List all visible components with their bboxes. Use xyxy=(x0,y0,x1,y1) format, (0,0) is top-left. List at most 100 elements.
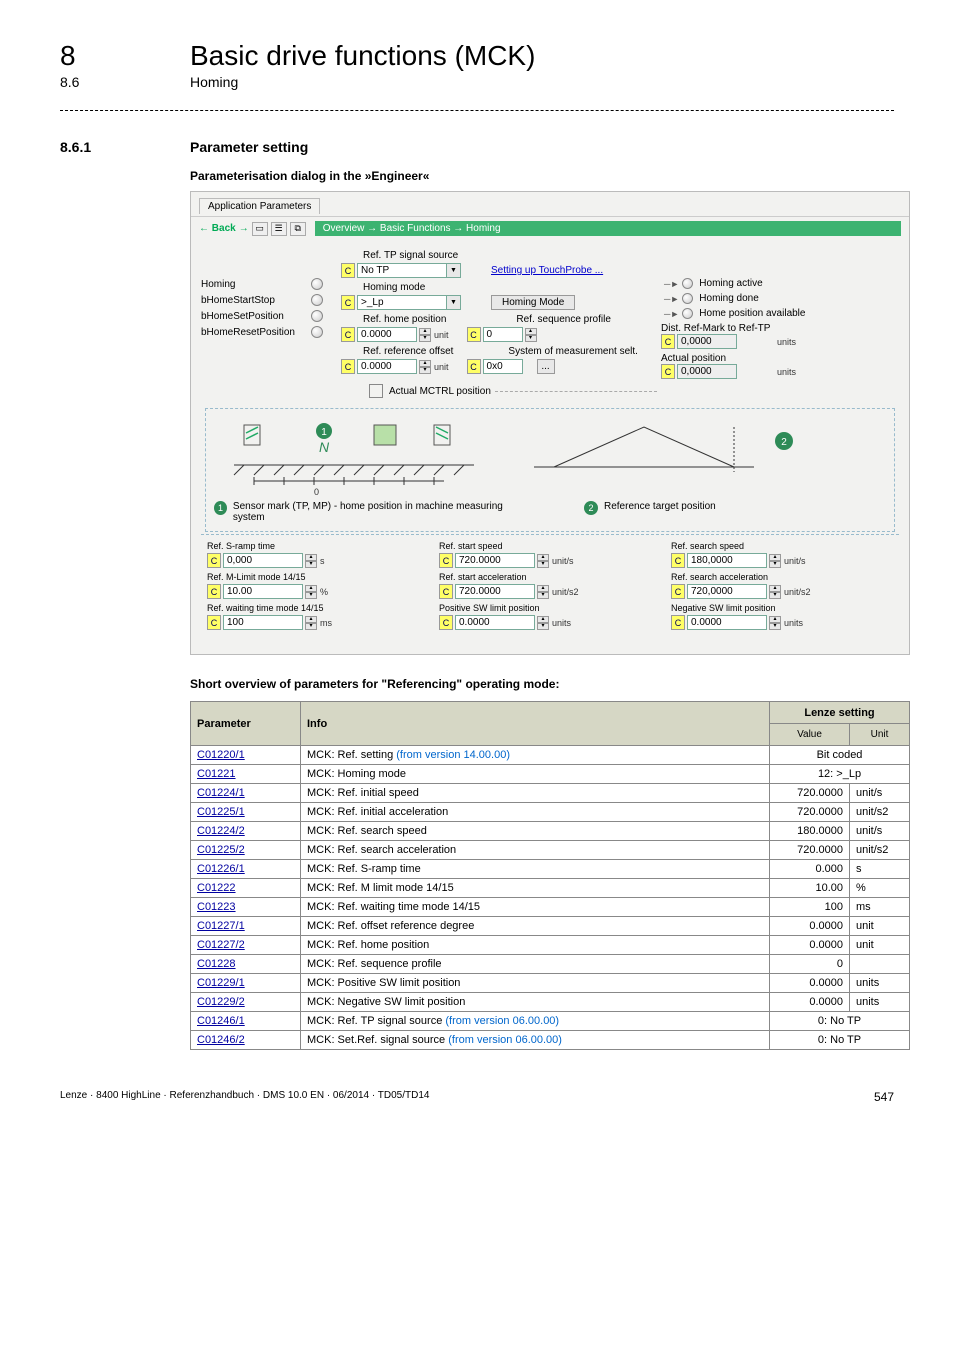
parameter-link[interactable]: C01227/1 xyxy=(197,920,245,932)
table-row: C01246/1MCK: Ref. TP signal source (from… xyxy=(191,1012,910,1031)
tab-application-parameters[interactable]: Application Parameters xyxy=(199,198,320,214)
spinner-icon[interactable]: ▴▾ xyxy=(305,585,317,599)
input-ref-startacc[interactable]: 720.0000 xyxy=(455,584,535,599)
parameter-link[interactable]: C01221 xyxy=(197,768,236,780)
c-badge: C xyxy=(341,263,355,278)
led-icon xyxy=(311,294,323,306)
table-row: C01222MCK: Ref. M limit mode 14/1510.00% xyxy=(191,879,910,898)
label-ref-startacc: Ref. start acceleration xyxy=(439,572,661,582)
table-row: C01223MCK: Ref. waiting time mode 14/151… xyxy=(191,898,910,917)
chapter-title: Basic drive functions (MCK) xyxy=(190,40,535,72)
output-dist-refmark: 0,0000 xyxy=(677,334,737,349)
toolbar-icon-1[interactable]: ▭ xyxy=(252,222,268,236)
spinner-icon[interactable]: ▴▾ xyxy=(305,554,317,568)
spinner-icon[interactable]: ▴▾ xyxy=(419,328,431,342)
unit-cell: units xyxy=(850,993,910,1012)
subsection-title: Parameter setting xyxy=(190,139,308,155)
legend-marker-2: 2 xyxy=(584,501,598,515)
label-ref-sramp: Ref. S-ramp time xyxy=(207,541,429,551)
merged-value-cell: Bit coded xyxy=(770,746,910,765)
info-cell: MCK: Ref. sequence profile xyxy=(301,955,770,974)
spinner-icon[interactable]: ▴▾ xyxy=(769,585,781,599)
th-unit: Unit xyxy=(850,724,910,746)
unit-cell: unit/s2 xyxy=(850,841,910,860)
subsection-number: 8.6.1 xyxy=(60,139,190,155)
spinner-icon[interactable]: ▴▾ xyxy=(419,360,431,374)
spinner-icon[interactable]: ▴▾ xyxy=(525,328,537,342)
spinner-icon[interactable]: ▴▾ xyxy=(537,585,549,599)
parameter-link[interactable]: C01224/1 xyxy=(197,787,245,799)
parameter-link[interactable]: C01223 xyxy=(197,901,236,913)
input-sys-meas[interactable]: 0x0 xyxy=(483,359,523,374)
input-ref-wait[interactable]: 100 xyxy=(223,615,303,630)
svg-text:1: 1 xyxy=(321,427,327,438)
select-homing-mode[interactable]: >_Lp xyxy=(357,295,447,310)
parameter-link[interactable]: C01228 xyxy=(197,958,236,970)
parameter-link[interactable]: C01225/1 xyxy=(197,806,245,818)
unit-label: unit xyxy=(434,330,449,340)
input-ref-startspd[interactable]: 720.0000 xyxy=(455,553,535,568)
input-ref-mlimit[interactable]: 10.00 xyxy=(223,584,303,599)
parameter-link[interactable]: C01226/1 xyxy=(197,863,245,875)
label-ref-home-position: Ref. home position xyxy=(363,314,446,325)
label-homing-mode: Homing mode xyxy=(363,282,425,293)
select-ref-tp-source[interactable]: No TP xyxy=(357,263,447,278)
info-cell: MCK: Ref. M limit mode 14/15 xyxy=(301,879,770,898)
label-ref-mlimit: Ref. M-Limit mode 14/15 xyxy=(207,572,429,582)
toolbar-icon-3[interactable]: ⧉ xyxy=(290,222,306,236)
label-ref-searchacc: Ref. search acceleration xyxy=(671,572,893,582)
link-setup-touchprobe[interactable]: Setting up TouchProbe ... xyxy=(491,265,603,276)
input-pos-swlimit[interactable]: 0.0000 xyxy=(455,615,535,630)
parameter-link[interactable]: C01246/2 xyxy=(197,1034,245,1046)
chevron-down-icon[interactable]: ▼ xyxy=(447,263,461,278)
parameter-link[interactable]: C01229/2 xyxy=(197,996,245,1008)
spinner-icon[interactable]: ▴▾ xyxy=(769,554,781,568)
c-badge: C xyxy=(661,334,675,349)
breadcrumb: Overview → Basic Functions → Homing xyxy=(315,221,901,236)
c-badge: C xyxy=(661,364,675,379)
info-cell: MCK: Negative SW limit position xyxy=(301,993,770,1012)
parameter-link[interactable]: C01246/1 xyxy=(197,1015,245,1027)
spinner-icon[interactable]: ▴▾ xyxy=(537,616,549,630)
spinner-icon[interactable]: ▴▾ xyxy=(537,554,549,568)
value-cell: 0.0000 xyxy=(770,936,850,955)
version-note: (from version 14.00.00) xyxy=(396,749,510,761)
parameter-link[interactable]: C01225/2 xyxy=(197,844,245,856)
unit-label: % xyxy=(320,587,328,597)
unit-label: units xyxy=(552,618,571,628)
input-neg-swlimit[interactable]: 0.0000 xyxy=(687,615,767,630)
parameter-link[interactable]: C01229/1 xyxy=(197,977,245,989)
c-badge: C xyxy=(207,615,221,630)
table-row: C01227/2MCK: Ref. home position0.0000uni… xyxy=(191,936,910,955)
table-row: C01225/1MCK: Ref. initial acceleration72… xyxy=(191,803,910,822)
forward-button[interactable]: → xyxy=(239,223,249,234)
unit-cell: unit/s xyxy=(850,784,910,803)
footer-text: Lenze · 8400 HighLine · Referenzhandbuch… xyxy=(60,1090,429,1104)
checkbox-actual-mctrl[interactable] xyxy=(369,384,383,398)
ellipsis-button[interactable]: ... xyxy=(537,359,555,374)
info-cell: MCK: Ref. S-ramp time xyxy=(301,860,770,879)
back-button[interactable]: ← Back xyxy=(199,223,236,234)
input-ref-searchspd[interactable]: 180,0000 xyxy=(687,553,767,568)
button-homing-mode[interactable]: Homing Mode xyxy=(491,295,575,310)
value-cell: 720.0000 xyxy=(770,841,850,860)
chevron-down-icon[interactable]: ▼ xyxy=(447,295,461,310)
parameter-link[interactable]: C01220/1 xyxy=(197,749,245,761)
label-actual-mctrl: Actual MCTRL position xyxy=(389,386,491,397)
input-ref-sramp[interactable]: 0,000 xyxy=(223,553,303,568)
info-cell: MCK: Homing mode xyxy=(301,765,770,784)
spinner-icon[interactable]: ▴▾ xyxy=(305,616,317,630)
unit-cell xyxy=(850,955,910,974)
info-cell: MCK: Ref. home position xyxy=(301,936,770,955)
table-row: C01246/2MCK: Set.Ref. signal source (fro… xyxy=(191,1031,910,1050)
parameter-link[interactable]: C01222 xyxy=(197,882,236,894)
toolbar-icon-2[interactable]: ☰ xyxy=(271,222,287,236)
input-ref-home-position[interactable]: 0.0000 xyxy=(357,327,417,342)
spinner-icon[interactable]: ▴▾ xyxy=(769,616,781,630)
unit-label: units xyxy=(784,618,803,628)
input-ref-offset[interactable]: 0.0000 xyxy=(357,359,417,374)
input-ref-seq-profile[interactable]: 0 xyxy=(483,327,523,342)
input-ref-searchacc[interactable]: 720,0000 xyxy=(687,584,767,599)
parameter-link[interactable]: C01227/2 xyxy=(197,939,245,951)
parameter-link[interactable]: C01224/2 xyxy=(197,825,245,837)
